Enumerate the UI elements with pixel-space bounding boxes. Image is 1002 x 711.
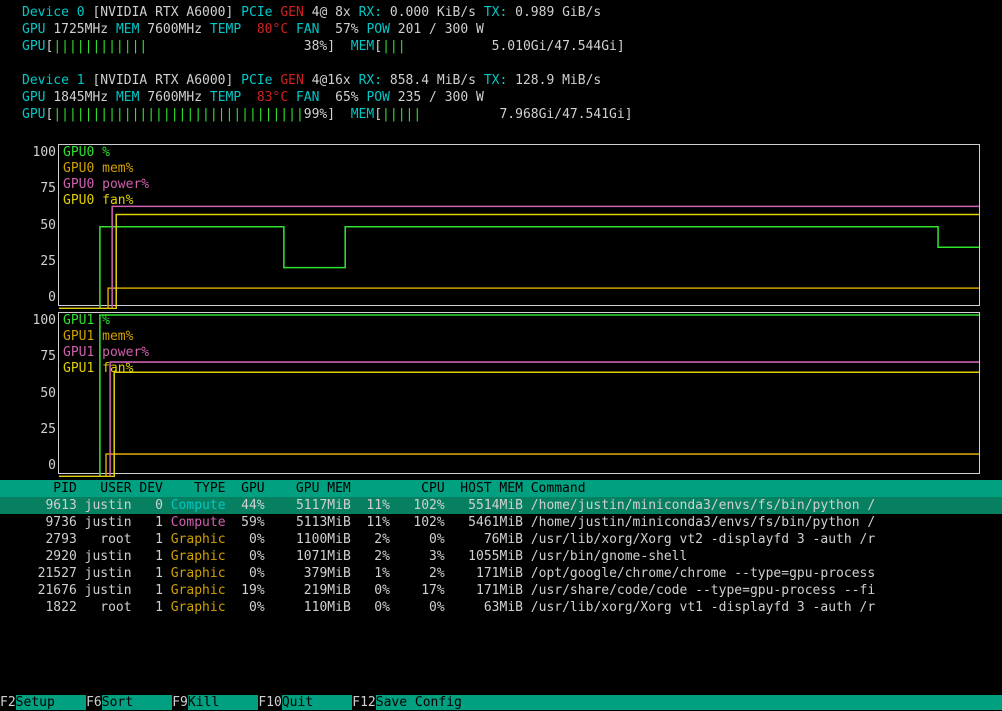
graph-gpu1: 1007550250GPU1 %GPU1 mem%GPU1 power%GPU1… xyxy=(22,312,980,474)
process-row[interactable]: 21527 justin 1 Graphic 0% 379MiB 1% 2% 1… xyxy=(0,565,1002,582)
series-GPU1-fan% xyxy=(59,372,979,476)
plot-area: GPU0 %GPU0 mem%GPU0 power%GPU0 fan% xyxy=(58,144,980,306)
y-axis: 1007550250 xyxy=(22,312,58,474)
process-table-header: PID USER DEV TYPE GPU GPU MEM CPU HOST M… xyxy=(0,480,1002,497)
device-1-header: Device 1 [NVIDIA RTX A6000] PCIe GEN 4@1… xyxy=(0,72,1002,89)
device-1-clocks: GPU 1845MHz MEM 7600MHz TEMP 83°C FAN 65… xyxy=(0,89,1002,106)
device-0-clocks: GPU 1725MHz MEM 7600MHz TEMP 80°C FAN 57… xyxy=(0,21,1002,38)
plot-area: GPU1 %GPU1 mem%GPU1 power%GPU1 fan% xyxy=(58,312,980,474)
process-row[interactable]: 1822 root 1 Graphic 0% 110MiB 0% 0% 63Mi… xyxy=(0,599,1002,616)
device-0-header: Device 0 [NVIDIA RTX A6000] PCIe GEN 4@ … xyxy=(0,4,1002,21)
series-GPU1-mem% xyxy=(59,454,979,476)
device-0-bars: GPU[|||||||||||| 38%] MEM[||| 5.010Gi/47… xyxy=(0,38,1002,55)
series-GPU0-mem% xyxy=(59,288,979,308)
series-GPU0-power% xyxy=(59,206,979,308)
fkey-label-F2[interactable]: Setup xyxy=(16,695,86,710)
fkey-label-F6[interactable]: Sort xyxy=(102,695,172,710)
series-GPU1-% xyxy=(59,315,979,477)
fkey-label-F9[interactable]: Kill xyxy=(188,695,258,710)
fkey-F12[interactable]: F12 xyxy=(352,695,375,710)
process-row[interactable]: 9613 justin 0 Compute 44% 5117MiB 11% 10… xyxy=(0,497,1002,514)
fkey-F9[interactable]: F9 xyxy=(172,695,188,710)
process-row[interactable]: 2793 root 1 Graphic 0% 1100MiB 2% 0% 76M… xyxy=(0,531,1002,548)
process-row[interactable]: 9736 justin 1 Compute 59% 5113MiB 11% 10… xyxy=(0,514,1002,531)
series-GPU1-power% xyxy=(59,362,979,476)
series-GPU0-fan% xyxy=(59,215,979,309)
fkey-F6[interactable]: F6 xyxy=(86,695,102,710)
fkey-label-F10[interactable]: Quit xyxy=(282,695,352,710)
fkey-F2[interactable]: F2 xyxy=(0,695,16,710)
series-GPU0-% xyxy=(59,227,979,309)
fkey-label-F12[interactable]: Save Config xyxy=(376,695,1002,710)
process-row[interactable]: 21676 justin 1 Graphic 19% 219MiB 0% 17%… xyxy=(0,582,1002,599)
footer-bar: F2Setup F6Sort F9Kill F10Quit F12Save Co… xyxy=(0,694,1002,711)
y-axis: 1007550250 xyxy=(22,144,58,306)
device-1-bars: GPU[||||||||||||||||||||||||||||||||99%]… xyxy=(0,106,1002,123)
fkey-F10[interactable]: F10 xyxy=(258,695,281,710)
process-row[interactable]: 2920 justin 1 Graphic 0% 1071MiB 2% 3% 1… xyxy=(0,548,1002,565)
graph-gpu0: 1007550250GPU0 %GPU0 mem%GPU0 power%GPU0… xyxy=(22,144,980,306)
